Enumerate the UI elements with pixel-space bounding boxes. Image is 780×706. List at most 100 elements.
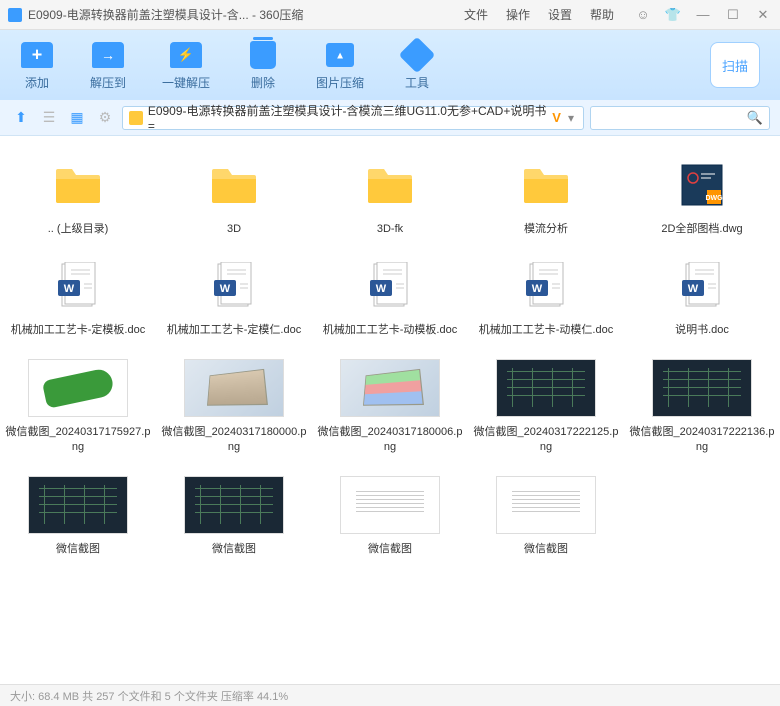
doc-icon: W: [46, 257, 110, 315]
folder-icon: [358, 156, 422, 214]
file-name: 2D全部图档.dwg: [661, 222, 742, 237]
status-text: 大小: 68.4 MB 共 257 个文件和 5 个文件夹 压缩率 44.1%: [10, 688, 288, 704]
file-item[interactable]: 模流分析: [468, 156, 624, 237]
menu-bar: 文件 操作 设置 帮助: [464, 6, 614, 23]
scan-label: 扫描: [722, 56, 748, 75]
onekey-extract-button[interactable]: 一键解压: [162, 40, 210, 91]
extract-to-button[interactable]: 解压到: [90, 40, 126, 91]
scan-button[interactable]: 扫描: [710, 42, 760, 88]
menu-settings[interactable]: 设置: [548, 6, 572, 23]
file-item[interactable]: 3D: [156, 156, 312, 237]
svg-text:W: W: [64, 283, 75, 295]
extract-label: 解压到: [90, 74, 126, 91]
file-item[interactable]: W 机械加工工艺卡-动模仁.doc: [468, 257, 624, 338]
thumbnail: [340, 476, 440, 534]
file-name: 微信截图: [524, 542, 568, 557]
file-item[interactable]: 微信截图_20240317222125.png: [468, 359, 624, 456]
onekey-label: 一键解压: [162, 74, 210, 91]
folder-icon: [514, 156, 578, 214]
menu-help[interactable]: 帮助: [590, 6, 614, 23]
path-dropdown-icon[interactable]: ▾: [565, 111, 577, 125]
thumbnail: [652, 359, 752, 417]
doc-icon: W: [670, 257, 734, 315]
svg-text:W: W: [688, 283, 699, 295]
svg-text:W: W: [376, 283, 387, 295]
svg-text:W: W: [532, 283, 543, 295]
folder-icon: [202, 156, 266, 214]
file-item[interactable]: 微信截图_20240317180000.png: [156, 359, 312, 456]
file-item[interactable]: 微信截图_20240317175927.png: [0, 359, 156, 456]
tools-button[interactable]: 工具: [400, 40, 434, 91]
file-name: 3D: [227, 222, 241, 237]
svg-text:DWG: DWG: [705, 195, 723, 202]
thumbnail: [28, 359, 128, 417]
file-grid: .. (上级目录)3D3D-fk模流分析DWG2D全部图档.dwgW机械加工工艺…: [0, 136, 780, 684]
file-name: 微信截图_20240317175927.png: [4, 425, 152, 456]
view-list-button[interactable]: ☰: [38, 107, 60, 129]
app-icon: [8, 8, 22, 22]
file-item[interactable]: W 机械加工工艺卡-定模仁.doc: [156, 257, 312, 338]
extract-icon: [92, 42, 124, 68]
close-button[interactable]: ✕: [754, 6, 772, 24]
file-item[interactable]: 微信截图_20240317222136.png: [624, 359, 780, 456]
add-label: 添加: [25, 74, 49, 91]
file-name: 微信截图_20240317180006.png: [316, 425, 464, 456]
vip-icon: V: [548, 110, 565, 125]
add-button[interactable]: 添加: [20, 40, 54, 91]
thumbnail: [496, 359, 596, 417]
menu-operation[interactable]: 操作: [506, 6, 530, 23]
path-input[interactable]: E0909-电源转换器前盖注塑模具设计-含模流三维UG11.0无参+CAD+说明…: [122, 106, 584, 130]
file-item[interactable]: 微信截图: [0, 476, 156, 557]
file-name: 微信截图: [368, 542, 412, 557]
file-name: 模流分析: [524, 222, 568, 237]
window-title: E0909-电源转换器前盖注塑模具设计-含... - 360压缩: [28, 6, 303, 23]
file-name: 机械加工工艺卡-定模仁.doc: [167, 323, 301, 338]
menu-file[interactable]: 文件: [464, 6, 488, 23]
up-button[interactable]: ⬆: [10, 107, 32, 129]
delete-button[interactable]: 删除: [246, 40, 280, 91]
file-item[interactable]: 3D-fk: [312, 156, 468, 237]
path-text: E0909-电源转换器前盖注塑模具设计-含模流三维UG11.0无参+CAD+说明…: [148, 102, 548, 133]
file-item[interactable]: .. (上级目录): [0, 156, 156, 237]
thumbnail: [28, 476, 128, 534]
file-item[interactable]: 微信截图: [312, 476, 468, 557]
file-item[interactable]: W 机械加工工艺卡-定模板.doc: [0, 257, 156, 338]
file-item[interactable]: 微信截图: [156, 476, 312, 557]
view-settings-button[interactable]: ⚙: [94, 107, 116, 129]
thumbnail: [496, 476, 596, 534]
image-icon: [326, 43, 354, 67]
search-icon: 🔍: [747, 110, 763, 126]
addressbar: ⬆ ☰ ▦ ⚙ E0909-电源转换器前盖注塑模具设计-含模流三维UG11.0无…: [0, 100, 780, 136]
onekey-icon: [170, 42, 202, 68]
thumbnail: [340, 359, 440, 417]
doc-icon: W: [202, 257, 266, 315]
file-name: 微信截图_20240317222136.png: [628, 425, 776, 456]
titlebar: E0909-电源转换器前盖注塑模具设计-含... - 360压缩 文件 操作 设…: [0, 0, 780, 30]
feedback-icon[interactable]: ☺: [634, 6, 652, 24]
thumbnail: [184, 476, 284, 534]
doc-icon: W: [358, 257, 422, 315]
file-item[interactable]: 微信截图_20240317180006.png: [312, 359, 468, 456]
file-name: 机械加工工艺卡-动模仁.doc: [479, 323, 613, 338]
dwg-icon: DWG: [670, 156, 734, 214]
tools-label: 工具: [405, 74, 429, 91]
file-item[interactable]: W 说明书.doc: [624, 257, 780, 338]
folder-icon: [129, 111, 143, 125]
image-compress-button[interactable]: 图片压缩: [316, 40, 364, 91]
image-compress-label: 图片压缩: [316, 74, 364, 91]
search-input[interactable]: 🔍: [590, 106, 770, 130]
svg-text:W: W: [220, 283, 231, 295]
minimize-button[interactable]: —: [694, 6, 712, 24]
file-item[interactable]: 微信截图: [468, 476, 624, 557]
maximize-button[interactable]: ☐: [724, 6, 742, 24]
toolbar: 添加 解压到 一键解压 删除 图片压缩 工具 扫描: [0, 30, 780, 100]
delete-label: 删除: [251, 74, 275, 91]
file-item[interactable]: W机械加工工艺卡-动模板.doc: [312, 257, 468, 338]
skin-icon[interactable]: 👕: [664, 6, 682, 24]
file-name: 说明书.doc: [675, 323, 729, 338]
add-icon: [21, 42, 53, 68]
file-item[interactable]: DWG 2D全部图档.dwg: [624, 156, 780, 237]
file-name: 机械加工工艺卡-定模板.doc: [11, 323, 145, 338]
file-name: 微信截图_20240317222125.png: [472, 425, 620, 456]
view-grid-button[interactable]: ▦: [66, 107, 88, 129]
